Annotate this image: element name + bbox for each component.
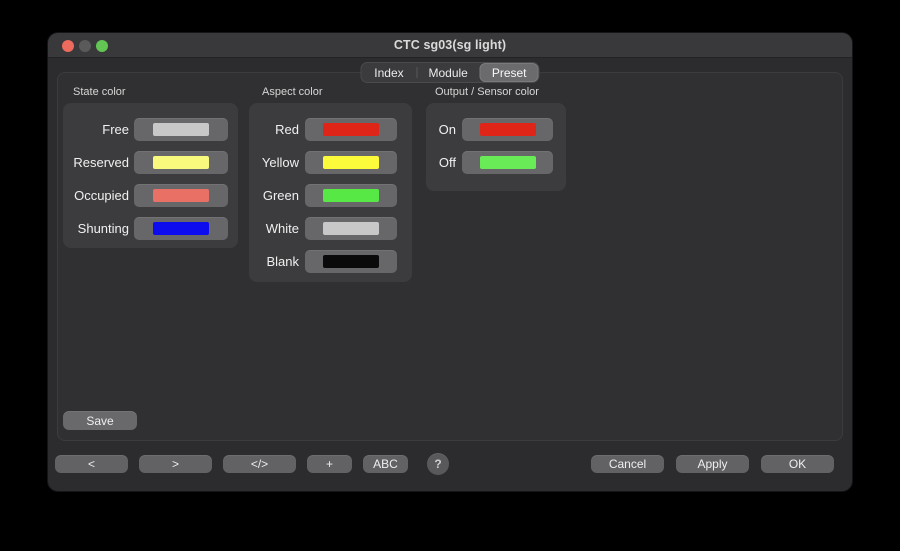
abc-button[interactable]: ABC	[363, 455, 408, 473]
color-swatch	[323, 222, 379, 235]
window-title: CTC sg03(sg light)	[394, 38, 506, 52]
color-row-green: Green	[249, 184, 412, 207]
color-swatch	[323, 255, 379, 268]
state-color-group-label: State color	[73, 86, 126, 98]
off-color-well[interactable]	[462, 151, 553, 174]
zoom-button[interactable]	[96, 40, 108, 52]
color-row-label: Occupied	[63, 188, 129, 203]
color-row-blank: Blank	[249, 250, 412, 273]
yellow-color-well[interactable]	[305, 151, 397, 174]
ok-button[interactable]: OK	[761, 455, 834, 473]
red-color-well[interactable]	[305, 118, 397, 141]
window-controls	[62, 40, 108, 52]
tab-preset[interactable]: Preset	[480, 63, 539, 82]
aspect-color-group: Red Yellow Green White	[249, 103, 412, 282]
bottom-bar-right: Cancel Apply OK	[591, 455, 834, 473]
color-row-label: Blank	[249, 254, 299, 269]
color-row-label: Shunting	[63, 221, 129, 236]
apply-button[interactable]: Apply	[676, 455, 749, 473]
color-swatch	[480, 123, 536, 136]
cancel-button[interactable]: Cancel	[591, 455, 664, 473]
color-row-label: On	[426, 122, 456, 137]
dialog-window: CTC sg03(sg light) Index Module Preset S…	[48, 33, 852, 491]
aspect-color-group-label: Aspect color	[262, 86, 323, 98]
output-sensor-color-group: On Off	[426, 103, 566, 191]
color-row-label: Off	[426, 155, 456, 170]
color-swatch	[153, 189, 209, 202]
color-row-label: Green	[249, 188, 299, 203]
color-row-occupied: Occupied	[63, 184, 238, 207]
bottom-bar-left: < > </> + ABC	[55, 455, 408, 473]
color-swatch	[153, 222, 209, 235]
prev-button[interactable]: <	[55, 455, 128, 473]
occupied-color-well[interactable]	[134, 184, 228, 207]
preset-panel: State color Aspect color Output / Sensor…	[57, 72, 843, 441]
color-row-on: On	[426, 118, 566, 141]
tab-index[interactable]: Index	[361, 63, 416, 82]
title-bar: CTC sg03(sg light)	[48, 33, 852, 58]
color-row-red: Red	[249, 118, 412, 141]
next-button[interactable]: >	[139, 455, 212, 473]
on-color-well[interactable]	[462, 118, 553, 141]
close-button[interactable]	[62, 40, 74, 52]
color-swatch	[153, 123, 209, 136]
color-row-label: White	[249, 221, 299, 236]
color-row-free: Free	[63, 118, 238, 141]
minimize-button[interactable]	[79, 40, 91, 52]
color-swatch	[153, 156, 209, 169]
color-row-off: Off	[426, 151, 566, 174]
bottom-bar: < > </> + ABC ? Cancel Apply OK	[48, 441, 852, 491]
output-sensor-color-group-label: Output / Sensor color	[435, 86, 539, 98]
color-row-label: Yellow	[249, 155, 299, 170]
tab-module[interactable]: Module	[416, 63, 479, 82]
color-swatch	[480, 156, 536, 169]
color-row-yellow: Yellow	[249, 151, 412, 174]
save-button[interactable]: Save	[63, 411, 137, 430]
color-swatch	[323, 189, 379, 202]
reserved-color-well[interactable]	[134, 151, 228, 174]
code-button[interactable]: </>	[223, 455, 296, 473]
desktop-background: { "window": { "title": "CTC sg03(sg ligh…	[0, 0, 900, 551]
color-row-reserved: Reserved	[63, 151, 238, 174]
add-button[interactable]: +	[307, 455, 352, 473]
question-mark-icon: ?	[434, 457, 441, 471]
white-color-well[interactable]	[305, 217, 397, 240]
green-color-well[interactable]	[305, 184, 397, 207]
color-swatch	[323, 123, 379, 136]
blank-color-well[interactable]	[305, 250, 397, 273]
state-color-group: Free Reserved Occupied Shunting	[63, 103, 238, 248]
color-row-white: White	[249, 217, 412, 240]
help-button[interactable]: ?	[427, 453, 449, 475]
color-row-label: Reserved	[63, 155, 129, 170]
tab-bar: Index Module Preset	[360, 62, 539, 83]
color-row-shunting: Shunting	[63, 217, 238, 240]
color-swatch	[323, 156, 379, 169]
shunting-color-well[interactable]	[134, 217, 228, 240]
free-color-well[interactable]	[134, 118, 228, 141]
color-row-label: Red	[249, 122, 299, 137]
color-row-label: Free	[63, 122, 129, 137]
